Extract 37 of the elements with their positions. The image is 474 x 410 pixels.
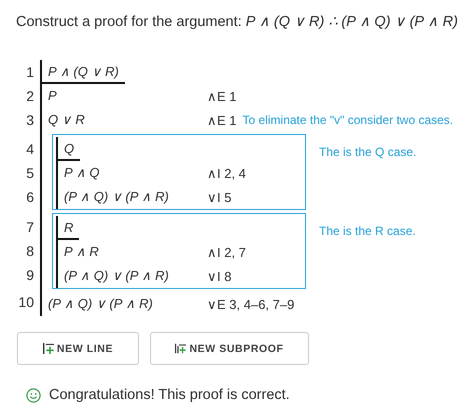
line-number: 8 — [25, 242, 34, 261]
new-button[interactable]: NEW SUBPROOF — [150, 332, 309, 365]
problem-statement: Construct a proof for the argument: P ∧ (Q ∨ R) ∴ (P ∧ Q) ∨ (P ∧ R) — [16, 13, 459, 32]
new-button[interactable]: NEW LINE — [17, 332, 139, 365]
formula[interactable]: Q — [58, 137, 80, 161]
line-number: 9 — [25, 266, 34, 285]
line-number: 7 — [25, 218, 34, 237]
formula[interactable]: P ∧ R — [58, 240, 105, 264]
line-number: 2 — [25, 87, 34, 106]
line-number: 5 — [25, 164, 34, 183]
justification[interactable]: ∨E 3, 4–6, 7–9 — [207, 292, 294, 316]
formula[interactable]: P ∧ Q — [58, 161, 106, 185]
line-number: 3 — [25, 111, 34, 130]
line-number: 6 — [25, 188, 34, 207]
justification[interactable]: ∨I 5 — [207, 185, 232, 209]
formula[interactable]: (P ∧ Q) ∨ (P ∧ R) — [42, 292, 159, 316]
formula[interactable]: P — [42, 84, 63, 108]
justification[interactable]: ∧E 1 — [207, 84, 237, 108]
line-number: 10 — [17, 293, 34, 312]
justification[interactable]: ∧I 2, 7 — [207, 240, 246, 264]
comment: The is the R case. — [319, 223, 416, 240]
justification[interactable]: ∧E 1 — [207, 108, 237, 132]
status-message: Congratulations! This proof is correct. — [49, 387, 290, 403]
formula[interactable]: (P ∧ Q) ∨ (P ∧ R) — [58, 264, 175, 288]
line-number: 1 — [25, 63, 34, 82]
formula[interactable]: R — [58, 216, 80, 240]
formula[interactable]: Q ∨ R — [42, 108, 91, 132]
comment: To eliminate the "v" consider two cases. — [242, 112, 454, 129]
justification[interactable]: ∨I 8 — [207, 264, 232, 288]
add-line-icon — [42, 343, 54, 354]
smiley-icon — [26, 388, 41, 402]
comment: The is the Q case. — [319, 144, 416, 161]
formula[interactable]: (P ∧ Q) ∨ (P ∧ R) — [58, 185, 175, 209]
line-number: 4 — [25, 140, 34, 159]
justification[interactable]: ∧I 2, 4 — [207, 161, 246, 185]
add-subproof-icon — [175, 343, 186, 354]
formula[interactable]: P ∧ (Q ∨ R) — [42, 60, 125, 84]
